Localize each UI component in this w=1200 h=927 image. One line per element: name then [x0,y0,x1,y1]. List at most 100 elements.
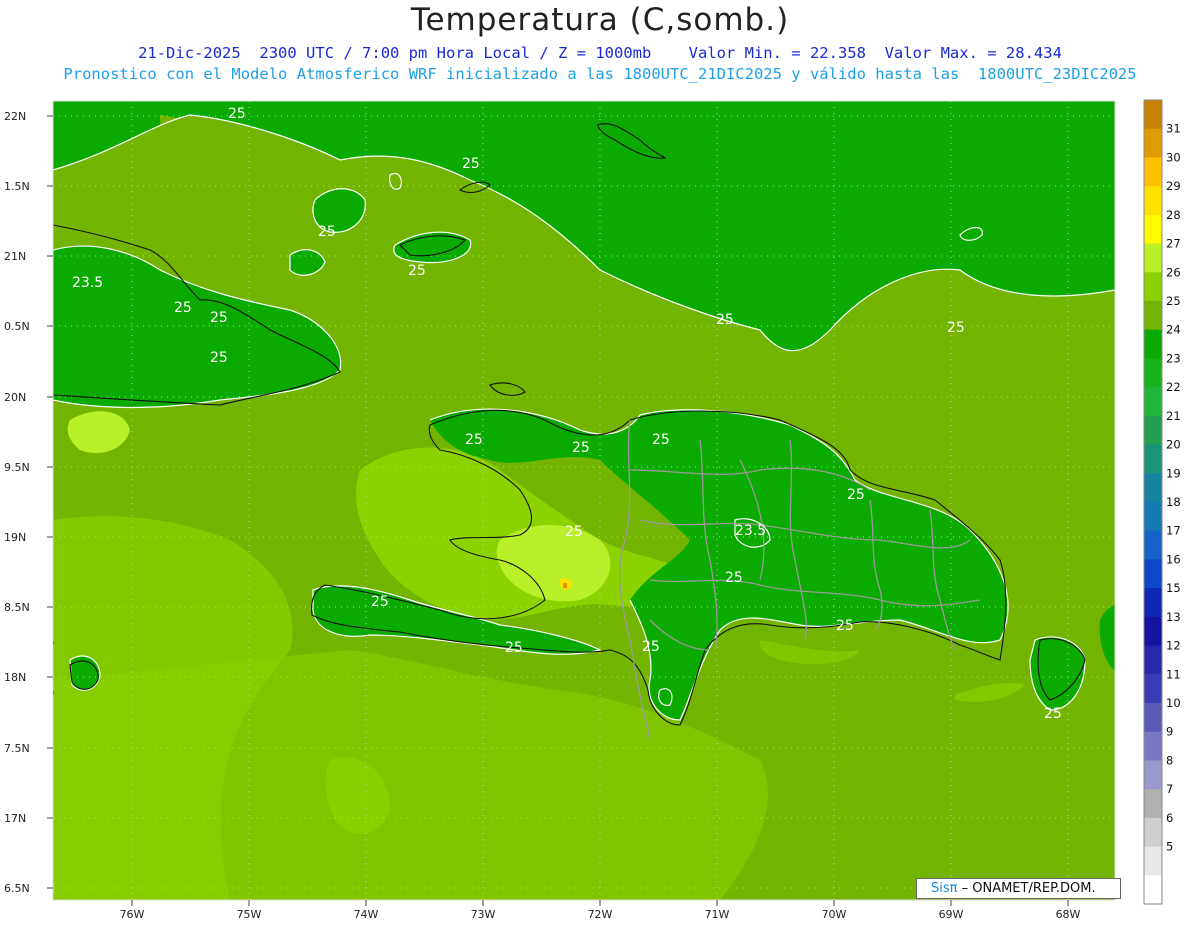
colorbar-label: 5 [1166,840,1173,854]
colorbar-swatch [1144,387,1162,417]
colorbar-swatch [1144,243,1162,273]
colorbar-label: 26 [1166,265,1181,279]
contour-label: 25 [565,524,583,540]
colorbar-swatch [1144,875,1162,905]
colorbar-swatch [1144,214,1162,245]
lon-tick-marks [131,900,1069,906]
lon-tick-label: 76W [120,908,145,921]
contour-label: 25 [318,224,336,240]
lat-tick-label: 21N [4,250,26,263]
lat-tick-label: 7.5N [4,742,30,755]
colorbar-swatch [1144,444,1162,474]
contour-label: 23.5 [72,275,103,291]
colorbar-label: 28 [1166,208,1181,222]
contour-label: 25 [174,300,192,316]
lat-tick-label: 20N [4,391,26,404]
colorbar-swatch [1144,616,1162,647]
colorbar-swatch [1144,760,1162,790]
colorbar-swatch [1144,559,1162,589]
lat-tick-label: 18N [4,671,26,684]
lon-tick-label: 69W [939,908,964,921]
colorbar-label: 31 [1166,122,1181,136]
contour-label: 25 [505,640,523,656]
lon-tick-label: 70W [822,908,847,921]
map-plot-area: 25 25 25 25 23.5 25 25 25 25 25 25 25 25… [53,101,1115,900]
colorbar-label: 21 [1166,409,1181,423]
lon-tick-label: 75W [237,908,262,921]
colorbar-swatch [1144,703,1162,733]
lon-tick-label: 73W [471,908,496,921]
colorbar-label: 12 [1166,639,1181,653]
colorbar-swatch [1144,645,1162,675]
temperature-map: 25 25 25 25 23.5 25 25 25 25 25 25 25 25… [4,99,1181,921]
colorbar-label: 25 [1166,294,1181,308]
contour-label: 25 [408,263,426,279]
colorbar-swatch [1144,358,1162,388]
lat-tick-label: 6.5N [4,882,30,895]
colorbar-label: 30 [1166,150,1181,164]
colorbar-swatch [1144,846,1162,876]
contour-label: 25 [228,106,246,122]
lat-tick-marks [47,115,53,889]
colorbar-swatch [1144,530,1162,560]
colorbar-swatch [1144,789,1162,819]
credit-text: – ONAMET/REP.DOM. [957,881,1096,896]
colorbar-label: 19 [1166,466,1181,480]
colorbar-swatch [1144,128,1162,158]
colorbar-swatch [1144,100,1162,130]
contour-label: 25 [836,618,854,634]
colorbar-label: 6 [1166,811,1173,825]
colorbar-swatch [1144,329,1162,359]
colorbar-label: 7 [1166,782,1173,796]
contour-label: 25 [572,440,590,456]
colorbar-label: 27 [1166,237,1181,251]
colorbar-label: 18 [1166,495,1181,509]
lat-tick-label: 0.5N [4,320,30,333]
credit-box: Sisπ – ONAMET/REP.DOM. [916,878,1121,899]
lon-tick-label: 68W [1056,908,1081,921]
colorbar-swatch [1144,186,1162,216]
colorbar-swatch [1144,157,1162,187]
colorbar-swatch [1144,502,1162,532]
colorbar-label: 22 [1166,380,1181,394]
contour-label: 25 [465,432,483,448]
colorbar-swatch [1144,473,1162,503]
lat-tick-label: 9.5N [4,461,30,474]
credit-brand: Sisπ [931,881,958,896]
colorbar-swatch [1144,674,1162,704]
contour-label: 25 [462,156,480,172]
colorbar-swatch [1144,415,1162,446]
contour-label: 25 [642,639,660,655]
lon-tick-label: 72W [588,908,613,921]
lat-tick-label: 17N [4,812,26,825]
longitude-axis: 76W 75W 74W 73W 72W 71W 70W 69W 68W [120,908,1081,921]
colorbar-label: 24 [1166,323,1181,337]
contour-label: 25 [652,432,670,448]
lat-tick-label: 8.5N [4,601,30,614]
latitude-axis: 22N 1.5N 21N 0.5N 20N 9.5N 19N 8.5N 18N … [4,110,30,895]
contour-label: 25 [947,320,965,336]
colorbar-label: 9 [1166,725,1173,739]
colorbar-label: 17 [1166,524,1181,538]
colorbar-label: 29 [1166,179,1181,193]
colorbar-label: 8 [1166,753,1173,767]
colorbar-label: 16 [1166,552,1181,566]
lat-tick-label: 22N [4,110,26,123]
contour-label: 25 [371,594,389,610]
lon-tick-label: 74W [354,908,379,921]
colorbar-label: 23 [1166,351,1181,365]
colorbar-swatch [1144,272,1162,302]
colorbar-label: 20 [1166,438,1181,452]
colorbar-label: 10 [1166,696,1181,710]
contour-label: 25 [847,487,865,503]
lat-tick-label: 1.5N [4,180,30,193]
colorbar-label: 15 [1166,581,1181,595]
colorbar-swatch [1144,301,1162,331]
colorbar-swatch [1144,817,1162,848]
colorbar-swatch [1144,588,1162,618]
colorbar-swatch [1144,731,1162,761]
contour-label: 23.5 [735,523,766,539]
colorbar-label: 13 [1166,610,1181,624]
contour-label: 25 [210,310,228,326]
temperature-colorbar: 31 30 29 28 27 26 25 24 23 22 21 20 19 18 17 16 15 13 12 11… [1143,99,1181,905]
